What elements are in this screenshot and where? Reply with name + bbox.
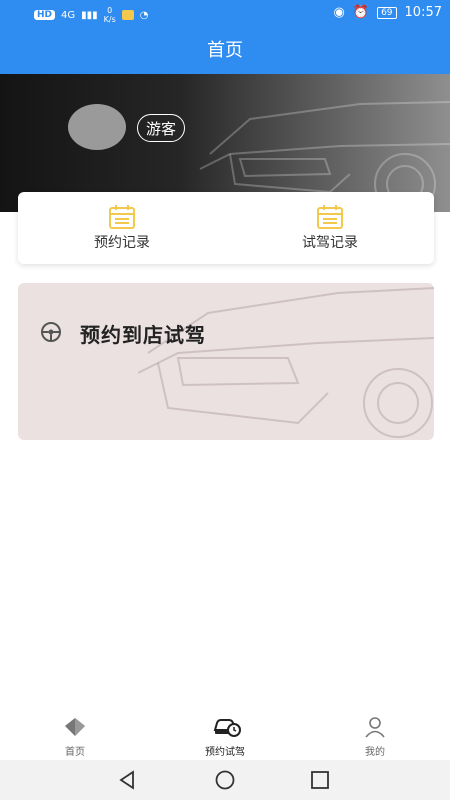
clock: 10:57 <box>404 5 442 20</box>
booking-title: 预约到店试驾 <box>80 323 206 347</box>
nav-mine-label: 我的 <box>365 747 385 758</box>
speed-unit: K/s <box>103 15 116 24</box>
test-drive-records-button[interactable]: 试驾记录 <box>226 192 434 264</box>
recents-icon[interactable] <box>310 770 330 790</box>
booking-records-label: 预约记录 <box>94 235 150 251</box>
signal-indicator: 4G <box>61 9 76 21</box>
bottom-nav: 首页 预约试驾 我的 <box>0 712 450 760</box>
nav-mine[interactable]: 我的 <box>300 712 450 760</box>
home-circle-icon[interactable] <box>214 770 236 790</box>
speed-readout: 0 K/s <box>104 6 116 24</box>
test-drive-records-label: 试驾记录 <box>302 235 358 251</box>
user-icon <box>365 717 385 738</box>
car-clock-icon <box>213 719 241 737</box>
status-right: ◉ ⏰ 69 10:57 <box>334 5 442 20</box>
status-bar: HD 4G ▮▮▮ 0 K/s ◔ ◉ ⏰ 69 10:57 <box>0 0 450 28</box>
book-test-drive-banner[interactable]: 预约到店试驾 <box>18 283 434 440</box>
car-image-icon <box>138 287 434 438</box>
network-badge: HD <box>34 10 56 20</box>
nav-test-drive-label: 预约试驾 <box>205 747 245 758</box>
avatar[interactable] <box>68 104 126 150</box>
records-card: 预约记录 试驾记录 <box>18 192 434 264</box>
guest-badge[interactable]: 游客 <box>137 114 185 142</box>
speed-value: 0 <box>107 6 113 15</box>
steering-wheel-icon <box>41 322 61 342</box>
status-left: HD 4G ▮▮▮ 0 K/s ◔ <box>34 6 149 24</box>
nav-test-drive[interactable]: 预约试驾 <box>150 712 300 760</box>
back-icon[interactable] <box>118 770 138 790</box>
app-bar: 首页 <box>0 28 450 74</box>
notification-icon <box>121 10 134 20</box>
nav-home-label: 首页 <box>65 747 85 758</box>
nav-home[interactable]: 首页 <box>0 712 150 760</box>
wifi-icon: ◔ <box>139 9 149 21</box>
home-icon <box>65 718 85 736</box>
battery-indicator: 69 <box>377 6 397 19</box>
page-title: 首页 <box>207 40 243 61</box>
system-nav-bar <box>0 760 450 800</box>
alarm-icon: ⏰ <box>352 5 370 20</box>
eye-icon: ◉ <box>333 5 345 20</box>
signal-bars-icon: ▮▮▮ <box>81 9 98 21</box>
calendar-icon <box>109 205 135 229</box>
calendar-icon <box>317 205 343 229</box>
booking-records-button[interactable]: 预约记录 <box>18 192 226 264</box>
